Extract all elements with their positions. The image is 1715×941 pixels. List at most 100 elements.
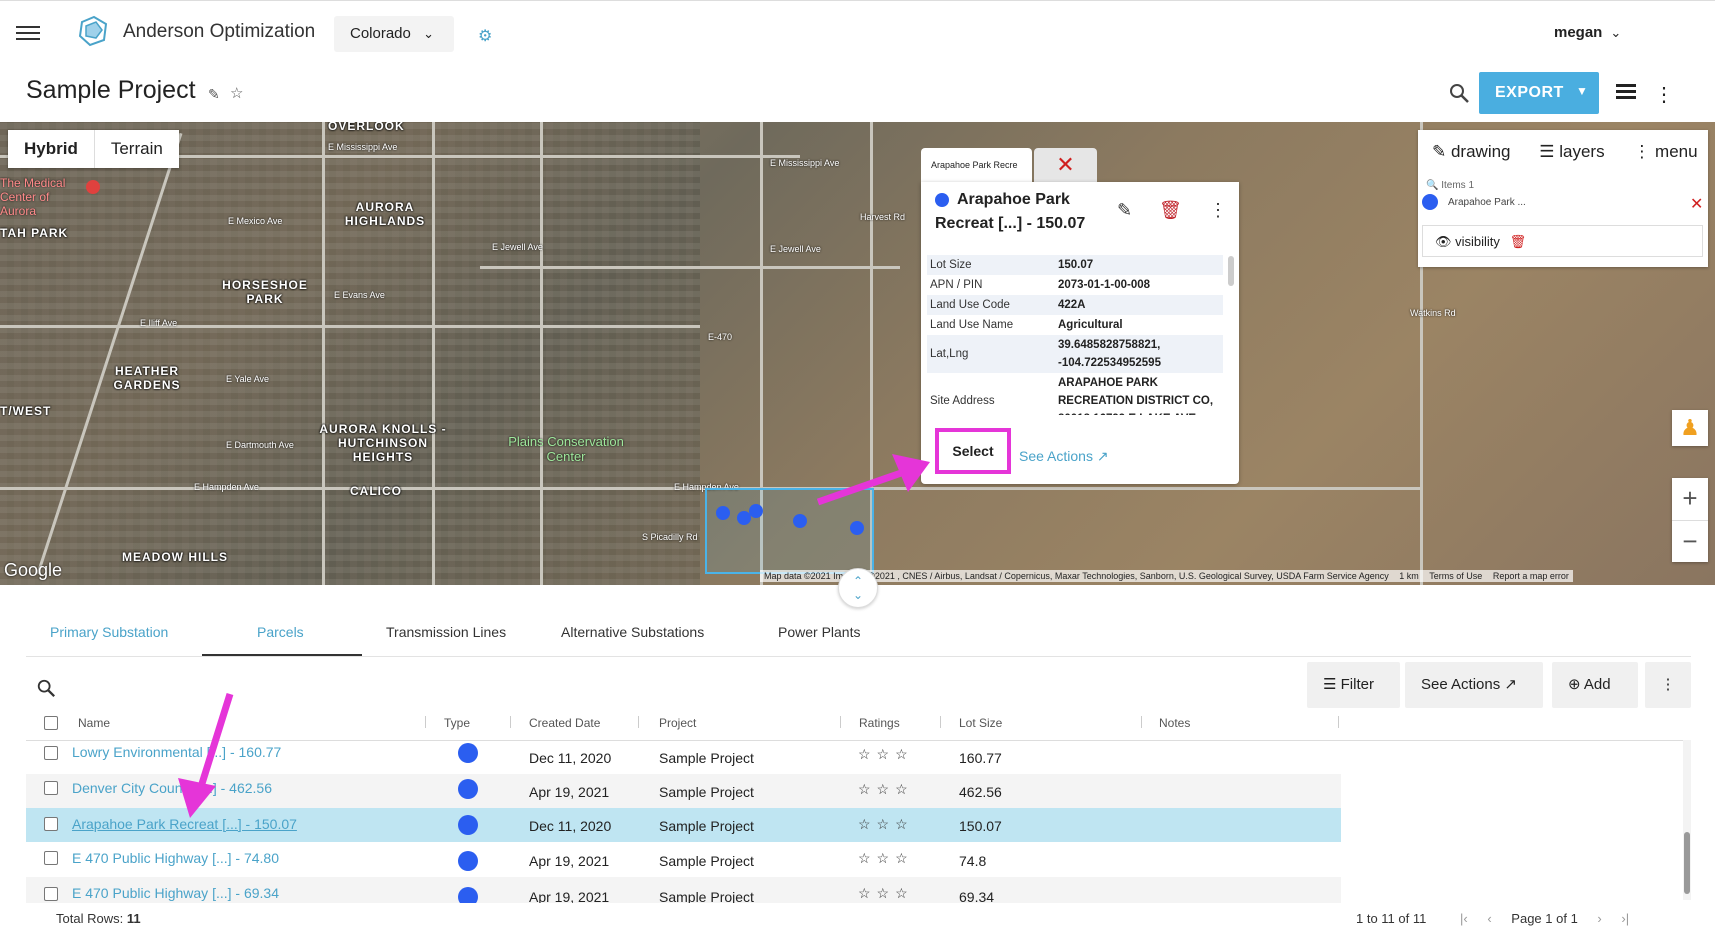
column-separator[interactable]	[1141, 716, 1142, 728]
trash-icon[interactable]: 🗑	[1510, 234, 1527, 249]
popup-tab[interactable]: Arapahoe Park Recre	[921, 148, 1032, 182]
row-checkbox[interactable]	[44, 851, 58, 865]
tab-power-plants[interactable]: Power Plants	[778, 624, 860, 640]
remove-layer-icon[interactable]: ✕	[1690, 194, 1703, 214]
rating-stars[interactable]: ☆☆☆	[858, 850, 914, 867]
map-type-hybrid-button[interactable]: Hybrid	[8, 130, 95, 168]
drawing-button[interactable]: ✎ drawing	[1432, 142, 1523, 161]
row-checkbox[interactable]	[44, 887, 58, 901]
column-header-ratings[interactable]: Ratings	[859, 716, 900, 730]
see-actions-link[interactable]: See Actions ↗	[1019, 448, 1109, 465]
search-icon[interactable]	[36, 678, 56, 698]
popup-close-icon[interactable]: ✕	[1034, 148, 1097, 182]
type-dot	[458, 815, 478, 835]
export-button[interactable]: EXPORT ▼	[1479, 72, 1599, 114]
menu-button[interactable]: ⋮ menu ⌄	[1633, 142, 1715, 161]
parcel-marker[interactable]	[850, 521, 864, 535]
trash-icon[interactable]: 🗑	[1159, 200, 1182, 221]
row-checkbox[interactable]	[44, 781, 58, 795]
parcel-name-link[interactable]: E 470 Public Highway [...] - 74.80	[72, 850, 279, 866]
search-icon[interactable]	[1448, 82, 1470, 104]
see-actions-button[interactable]: See Actions ↗	[1405, 662, 1543, 708]
prev-page-icon[interactable]: ‹	[1487, 911, 1491, 926]
popup-scrollbar[interactable]	[1228, 256, 1234, 286]
caret-down-icon[interactable]: ▼	[1576, 84, 1588, 98]
visibility-label[interactable]: visibility	[1455, 234, 1500, 249]
column-header-project[interactable]: Project	[659, 716, 696, 730]
hamburger-menu-icon[interactable]	[16, 22, 40, 42]
report-map-error-link[interactable]: Report a map error	[1493, 571, 1569, 581]
column-separator[interactable]	[425, 716, 426, 728]
last-page-icon[interactable]: ›|	[1621, 911, 1629, 926]
gear-icon[interactable]: ⚙	[478, 26, 492, 46]
table-row[interactable]: E 470 Public Highway [...] - 74.80 Apr 1…	[26, 843, 1341, 877]
filter-label: Filter	[1340, 676, 1374, 693]
tab-parcels[interactable]: Parcels	[257, 624, 304, 640]
map-type-terrain-button[interactable]: Terrain	[95, 130, 179, 168]
edit-pencil-icon[interactable]: ✎	[1117, 200, 1132, 221]
detail-row: Land Use Code 422A	[927, 295, 1223, 315]
brand-name[interactable]: Anderson Optimization	[123, 21, 315, 43]
grid-scrollbar[interactable]	[1683, 740, 1691, 900]
collapse-map-toggle[interactable]: ⌃ ⌄	[838, 568, 878, 608]
detail-key: Land Use Code	[927, 295, 1055, 315]
popup-details-scroll[interactable]: Lot Size 150.07 APN / PIN 2073-01-1-00-008…	[921, 255, 1239, 415]
column-header-created-date[interactable]: Created Date	[529, 716, 600, 730]
eye-icon[interactable]: 👁	[1435, 234, 1452, 249]
column-separator[interactable]	[840, 716, 841, 728]
more-options-icon[interactable]: ⋮	[1645, 662, 1691, 708]
row-checkbox[interactable]	[44, 817, 58, 831]
layer-item-name[interactable]: Arapahoe Park ...	[1448, 197, 1526, 208]
map-scale[interactable]: 1 km	[1399, 571, 1419, 581]
layers-panel: ✎ drawing ☰ layers ⋮ menu ⌄ 🔍 Items 1 Ar…	[1418, 130, 1715, 267]
detail-value: 2073-01-1-00-008	[1058, 279, 1151, 291]
layers-button[interactable]: ☰ layers	[1539, 142, 1616, 161]
street-view-pegman-icon[interactable]: ♟	[1672, 410, 1708, 446]
column-separator[interactable]	[638, 716, 639, 728]
detail-key: Site Address	[930, 395, 995, 407]
rating-stars[interactable]: ☆☆☆	[858, 885, 914, 902]
zoom-out-button[interactable]: −	[1672, 521, 1708, 563]
edit-pencil-icon[interactable]: ✎	[208, 86, 220, 103]
add-button[interactable]: ⊕ Add	[1552, 662, 1638, 708]
column-header-notes[interactable]: Notes	[1159, 716, 1190, 730]
zoom-control: + −	[1672, 478, 1708, 562]
parcel-marker[interactable]	[749, 504, 763, 518]
grid-header: Name Type Created Date Project Ratings L…	[26, 712, 1691, 741]
row-checkbox[interactable]	[44, 746, 58, 760]
terms-link[interactable]: Terms of Use	[1429, 571, 1482, 581]
rating-stars[interactable]: ☆☆☆	[858, 781, 914, 798]
detail-key: Lot Size	[927, 255, 1055, 275]
grid-scrollbar-thumb[interactable]	[1684, 832, 1690, 894]
rating-stars[interactable]: ☆☆☆	[858, 746, 914, 763]
parcel-marker[interactable]	[793, 514, 807, 528]
select-all-checkbox[interactable]	[44, 716, 58, 730]
favorite-star-icon[interactable]: ☆	[230, 84, 243, 102]
state-select[interactable]: Colorado ⌄	[334, 16, 454, 52]
first-page-icon[interactable]: |‹	[1460, 911, 1468, 926]
filter-button[interactable]: ☰ Filter	[1307, 662, 1400, 708]
tab-primary-substation[interactable]: Primary Substation	[50, 624, 168, 640]
zoom-in-button[interactable]: +	[1672, 478, 1708, 521]
tab-alternative-substations[interactable]: Alternative Substations	[561, 624, 704, 640]
select-button[interactable]: Select	[935, 428, 1011, 474]
table-row[interactable]: E 470 Public Highway [...] - 69.34 Apr 1…	[26, 877, 1341, 903]
more-options-icon[interactable]: ⋮	[1209, 200, 1227, 221]
column-separator[interactable]	[940, 716, 941, 728]
parcel-marker[interactable]	[716, 506, 730, 520]
column-header-type[interactable]: Type	[444, 716, 470, 730]
column-separator[interactable]	[1338, 716, 1339, 728]
created-date: Dec 11, 2020	[529, 750, 612, 766]
column-header-lot-size[interactable]: Lot Size	[959, 716, 1002, 730]
list-view-icon[interactable]	[1616, 84, 1636, 100]
detail-value: Agricultural	[1058, 319, 1123, 331]
more-options-icon[interactable]: ⋮	[1654, 82, 1674, 107]
parcel-name-link[interactable]: E 470 Public Highway [...] - 69.34	[72, 885, 279, 901]
next-page-icon[interactable]: ›	[1597, 911, 1601, 926]
column-header-name[interactable]: Name	[78, 716, 110, 730]
map-place-label: HORSESHOE PARK	[222, 278, 308, 306]
rating-stars[interactable]: ☆☆☆	[858, 816, 914, 833]
column-separator[interactable]	[510, 716, 511, 728]
tab-transmission-lines[interactable]: Transmission Lines	[386, 624, 506, 640]
user-menu[interactable]: megan ⌄	[1554, 24, 1621, 41]
